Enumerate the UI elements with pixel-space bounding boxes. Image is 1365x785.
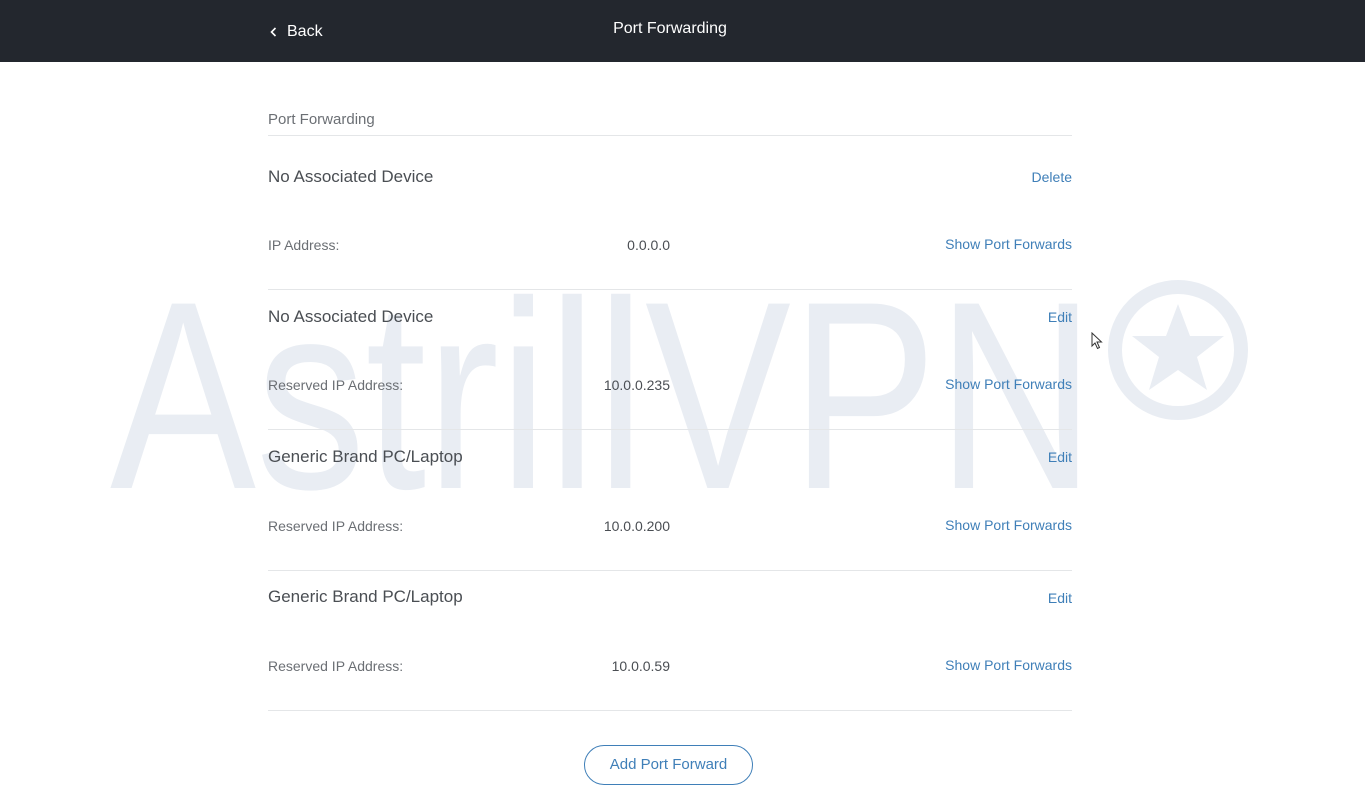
device-name: No Associated Device: [268, 167, 434, 186]
show-port-forwards-link[interactable]: Show Port Forwards: [945, 517, 1072, 533]
section-title: Port Forwarding: [268, 111, 375, 128]
show-port-forwards-link[interactable]: Show Port Forwards: [945, 376, 1072, 392]
edit-link[interactable]: Edit: [1048, 449, 1072, 465]
mouse-cursor-icon: [1091, 332, 1103, 350]
ip-address-value: 10.0.0.235: [603, 377, 670, 393]
show-port-forwards-link[interactable]: Show Port Forwards: [945, 236, 1072, 252]
divider: [268, 289, 1072, 290]
delete-link[interactable]: Delete: [1032, 169, 1072, 185]
ip-address-value: 10.0.0.200: [603, 518, 670, 534]
divider: [268, 710, 1072, 711]
top-bar: Back Port Forwarding: [0, 0, 1365, 62]
device-name: Generic Brand PC/Laptop: [268, 587, 463, 606]
ip-address-label: IP Address:: [268, 237, 340, 253]
edit-link[interactable]: Edit: [1048, 590, 1072, 606]
ip-address-label: Reserved IP Address:: [268, 377, 404, 393]
show-port-forwards-link[interactable]: Show Port Forwards: [945, 657, 1072, 673]
ip-address-value: 0.0.0.0: [627, 237, 670, 253]
device-name: Generic Brand PC/Laptop: [268, 447, 463, 466]
edit-link[interactable]: Edit: [1048, 309, 1072, 325]
divider: [268, 570, 1072, 571]
divider: [268, 135, 1072, 136]
ip-address-value: 10.0.0.59: [611, 658, 670, 674]
divider: [268, 429, 1072, 430]
page-title: Port Forwarding: [613, 20, 727, 37]
device-name: No Associated Device: [268, 307, 434, 326]
ip-address-label: Reserved IP Address:: [268, 518, 404, 534]
add-port-forward-button[interactable]: Add Port Forward: [584, 745, 753, 785]
ip-address-label: Reserved IP Address:: [268, 658, 404, 674]
star-circle-icon: [1108, 280, 1248, 420]
